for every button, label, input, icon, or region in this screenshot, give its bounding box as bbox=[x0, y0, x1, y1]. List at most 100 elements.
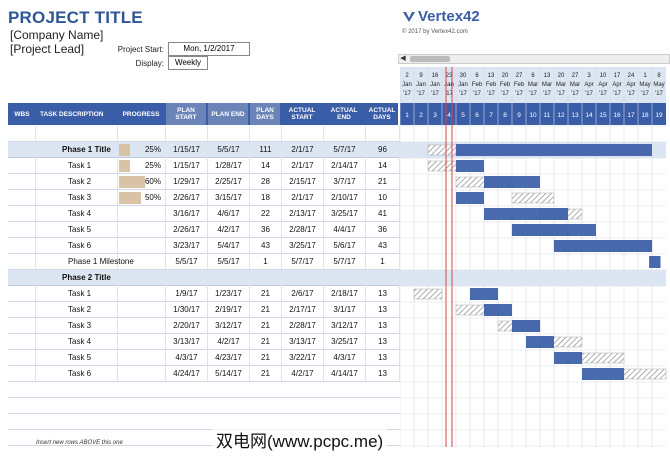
cell-task[interactable]: Task 6 bbox=[36, 366, 118, 382]
cell-task[interactable]: Phase 2 Title bbox=[36, 270, 118, 286]
cell-ad[interactable] bbox=[366, 126, 400, 142]
cell-ad[interactable]: 41 bbox=[366, 206, 400, 222]
cell-task[interactable]: Task 3 bbox=[36, 318, 118, 334]
cell-ae[interactable] bbox=[324, 270, 366, 286]
cell-ps[interactable]: 1/29/17 bbox=[166, 174, 208, 190]
cell-ad[interactable]: 13 bbox=[366, 334, 400, 350]
cell-ad[interactable]: 14 bbox=[366, 158, 400, 174]
cell-wbs[interactable] bbox=[8, 334, 36, 350]
cell-ps[interactable]: 1/15/17 bbox=[166, 142, 208, 158]
cell-ad[interactable]: 43 bbox=[366, 238, 400, 254]
cell-task[interactable]: Task 4 bbox=[36, 206, 118, 222]
cell-as[interactable]: 2/15/17 bbox=[282, 174, 324, 190]
cell-pe[interactable]: 1/23/17 bbox=[208, 286, 250, 302]
cell-ad[interactable]: 13 bbox=[366, 318, 400, 334]
table-row[interactable]: Task 2 1/30/17 2/19/17 21 2/17/17 3/1/17 13 bbox=[8, 302, 400, 318]
company-name[interactable]: [Company Name] bbox=[10, 28, 103, 42]
cell-progress[interactable] bbox=[118, 238, 166, 254]
cell-ps[interactable] bbox=[166, 126, 208, 142]
table-row[interactable]: Task 3 50% 2/26/17 3/15/17 18 2/1/17 2/10/17 10 bbox=[8, 190, 400, 206]
phase-row[interactable]: Phase 2 Title bbox=[8, 270, 400, 286]
cell-pd[interactable] bbox=[250, 270, 282, 286]
cell-pe[interactable] bbox=[208, 270, 250, 286]
cell-wbs[interactable] bbox=[8, 366, 36, 382]
cell-task[interactable]: Task 4 bbox=[36, 334, 118, 350]
table-row[interactable] bbox=[8, 126, 400, 142]
cell-progress[interactable] bbox=[118, 334, 166, 350]
cell-ps[interactable]: 3/16/17 bbox=[166, 206, 208, 222]
cell-task[interactable]: Task 6 bbox=[36, 238, 118, 254]
cell-ps[interactable]: 4/3/17 bbox=[166, 350, 208, 366]
cell-task[interactable]: Task 1 bbox=[36, 158, 118, 174]
table-row[interactable]: Task 3 2/20/17 3/12/17 21 2/28/17 3/12/17 13 bbox=[8, 318, 400, 334]
cell-progress[interactable] bbox=[118, 206, 166, 222]
cell-pd[interactable]: 21 bbox=[250, 350, 282, 366]
cell-pe[interactable]: 4/23/17 bbox=[208, 350, 250, 366]
cell-pd[interactable]: 21 bbox=[250, 286, 282, 302]
cell-as[interactable]: 2/1/17 bbox=[282, 190, 324, 206]
table-row[interactable]: Task 6 3/23/17 5/4/17 43 3/25/17 5/6/17 43 bbox=[8, 238, 400, 254]
cell-task[interactable]: Task 5 bbox=[36, 222, 118, 238]
cell-as[interactable]: 5/7/17 bbox=[282, 254, 324, 270]
cell-ae[interactable] bbox=[324, 126, 366, 142]
table-row[interactable]: Task 5 2/26/17 4/2/17 36 2/28/17 4/4/17 36 bbox=[8, 222, 400, 238]
cell-ae[interactable]: 4/4/17 bbox=[324, 222, 366, 238]
cell-ad[interactable]: 10 bbox=[366, 190, 400, 206]
cell-ps[interactable]: 2/26/17 bbox=[166, 222, 208, 238]
cell-wbs[interactable] bbox=[8, 222, 36, 238]
cell-ad[interactable]: 13 bbox=[366, 302, 400, 318]
cell-ae[interactable]: 2/18/17 bbox=[324, 286, 366, 302]
cell-pd[interactable]: 22 bbox=[250, 206, 282, 222]
cell-progress[interactable] bbox=[118, 254, 166, 270]
project-lead[interactable]: [Project Lead] bbox=[10, 42, 84, 56]
cell-pd[interactable]: 21 bbox=[250, 318, 282, 334]
cell-pe[interactable]: 4/2/17 bbox=[208, 334, 250, 350]
cell-progress[interactable] bbox=[118, 302, 166, 318]
cell-pe[interactable]: 3/12/17 bbox=[208, 318, 250, 334]
cell-ps[interactable]: 1/9/17 bbox=[166, 286, 208, 302]
cell-pd[interactable]: 36 bbox=[250, 222, 282, 238]
cell-pe[interactable]: 5/5/17 bbox=[208, 142, 250, 158]
phase-row[interactable]: Phase 1 Title 25% 1/15/17 5/5/17 111 2/1/17 5/… bbox=[8, 142, 400, 158]
cell-wbs[interactable] bbox=[8, 270, 36, 286]
cell-as[interactable]: 2/1/17 bbox=[282, 158, 324, 174]
cell-progress[interactable] bbox=[118, 126, 166, 142]
cell-ae[interactable]: 5/6/17 bbox=[324, 238, 366, 254]
project-title[interactable]: PROJECT TITLE bbox=[8, 8, 143, 28]
cell-pe[interactable]: 4/6/17 bbox=[208, 206, 250, 222]
cell-pd[interactable]: 18 bbox=[250, 190, 282, 206]
cell-progress[interactable] bbox=[118, 366, 166, 382]
cell-progress[interactable]: 60% bbox=[118, 174, 166, 190]
cell-progress[interactable]: 50% bbox=[118, 190, 166, 206]
cell-ad[interactable]: 13 bbox=[366, 366, 400, 382]
cell-wbs[interactable] bbox=[8, 158, 36, 174]
table-row[interactable]: Phase 1 Milestone 5/5/17 5/5/17 1 5/7/17 5/7/… bbox=[8, 254, 400, 270]
cell-as[interactable]: 3/13/17 bbox=[282, 334, 324, 350]
cell-wbs[interactable] bbox=[8, 142, 36, 158]
cell-ps[interactable]: 4/24/17 bbox=[166, 366, 208, 382]
cell-wbs[interactable] bbox=[8, 318, 36, 334]
cell-ad[interactable]: 13 bbox=[366, 350, 400, 366]
cell-ps[interactable]: 2/20/17 bbox=[166, 318, 208, 334]
cell-wbs[interactable] bbox=[8, 350, 36, 366]
cell-ad[interactable]: 21 bbox=[366, 174, 400, 190]
cell-as[interactable]: 3/25/17 bbox=[282, 238, 324, 254]
cell-wbs[interactable] bbox=[8, 206, 36, 222]
cell-pd[interactable]: 111 bbox=[250, 142, 282, 158]
cell-ad[interactable]: 36 bbox=[366, 222, 400, 238]
empty-row[interactable] bbox=[8, 398, 400, 414]
cell-wbs[interactable] bbox=[8, 190, 36, 206]
cell-task[interactable]: Phase 1 Title bbox=[36, 142, 118, 158]
cell-pe[interactable]: 3/15/17 bbox=[208, 190, 250, 206]
cell-ae[interactable]: 2/14/17 bbox=[324, 158, 366, 174]
empty-row[interactable] bbox=[8, 382, 400, 398]
cell-ps[interactable] bbox=[166, 270, 208, 286]
cell-as[interactable]: 4/2/17 bbox=[282, 366, 324, 382]
cell-ad[interactable]: 1 bbox=[366, 254, 400, 270]
table-row[interactable]: Task 5 4/3/17 4/23/17 21 3/22/17 4/3/17 13 bbox=[8, 350, 400, 366]
cell-ps[interactable]: 2/26/17 bbox=[166, 190, 208, 206]
cell-as[interactable]: 3/22/17 bbox=[282, 350, 324, 366]
project-start-input[interactable]: Mon, 1/2/2017 bbox=[168, 42, 250, 56]
table-row[interactable]: Task 6 4/24/17 5/14/17 21 4/2/17 4/14/17 13 bbox=[8, 366, 400, 382]
cell-ps[interactable]: 3/13/17 bbox=[166, 334, 208, 350]
